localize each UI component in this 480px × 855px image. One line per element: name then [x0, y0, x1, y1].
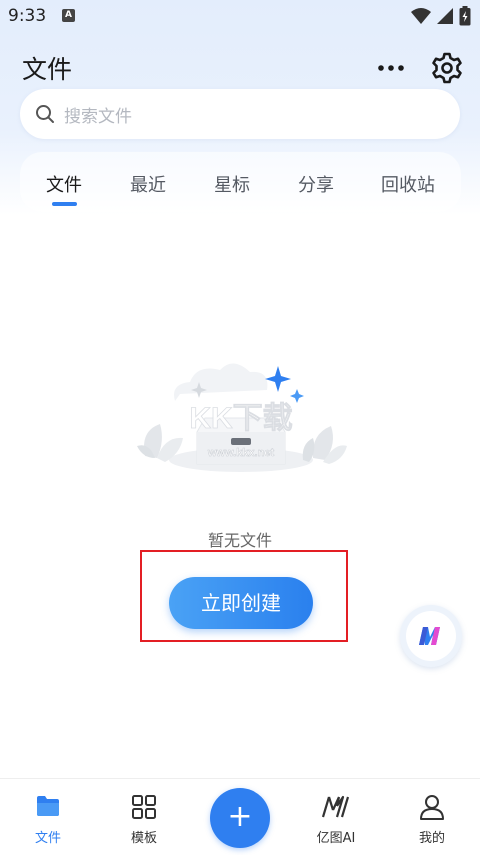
create-now-button[interactable]: 立即创建: [169, 577, 313, 629]
add-button[interactable]: +: [210, 788, 270, 848]
notification-icon: A: [62, 9, 75, 22]
status-time: 9:33: [8, 6, 47, 26]
search-icon: [36, 105, 54, 123]
empty-folder-illustration: KK下载 www.kkx.net: [137, 363, 347, 472]
more-icon[interactable]: [376, 58, 406, 78]
tab-shared[interactable]: 分享: [298, 171, 334, 197]
status-bar: 9:33 A: [0, 0, 480, 34]
battery-icon: [459, 6, 471, 26]
nav-item-files[interactable]: 文件: [8, 779, 88, 855]
wifi-icon: [411, 8, 431, 24]
ai-assistant-button[interactable]: [400, 605, 462, 667]
search-input[interactable]: 搜索文件: [20, 89, 460, 139]
nav-item-templates[interactable]: 模板: [104, 779, 184, 855]
svg-text:www.kkx.net: www.kkx.net: [207, 447, 275, 459]
tab-trash[interactable]: 回收站: [381, 171, 435, 197]
user-icon: [420, 795, 444, 820]
signal-icon: [437, 8, 453, 24]
ai-assistant-inner: [406, 611, 456, 661]
tab-files[interactable]: 文件: [46, 171, 82, 197]
page-title: 文件: [22, 55, 73, 84]
nav-label-profile: 我的: [418, 831, 445, 846]
svg-text:KK下载: KK下载: [189, 402, 292, 435]
nav-label-files: 文件: [34, 831, 61, 846]
tab-starred[interactable]: 星标: [214, 171, 250, 197]
nav-item-ai[interactable]: 亿图AI: [296, 779, 376, 855]
tab-recent[interactable]: 最近: [130, 171, 166, 197]
empty-state-text: 暂无文件: [207, 531, 272, 550]
nav-item-profile[interactable]: 我的: [392, 779, 472, 855]
nav-label-ai: 亿图AI: [316, 831, 356, 846]
gear-icon[interactable]: [430, 51, 464, 85]
ai-logo-icon: [419, 627, 440, 645]
ai-icon: [321, 795, 350, 818]
folder-icon: [37, 796, 59, 816]
active-tab-indicator: [52, 202, 77, 206]
search-placeholder: 搜索文件: [64, 107, 132, 127]
grid-icon: [132, 795, 156, 819]
nav-label-templates: 模板: [130, 831, 157, 846]
